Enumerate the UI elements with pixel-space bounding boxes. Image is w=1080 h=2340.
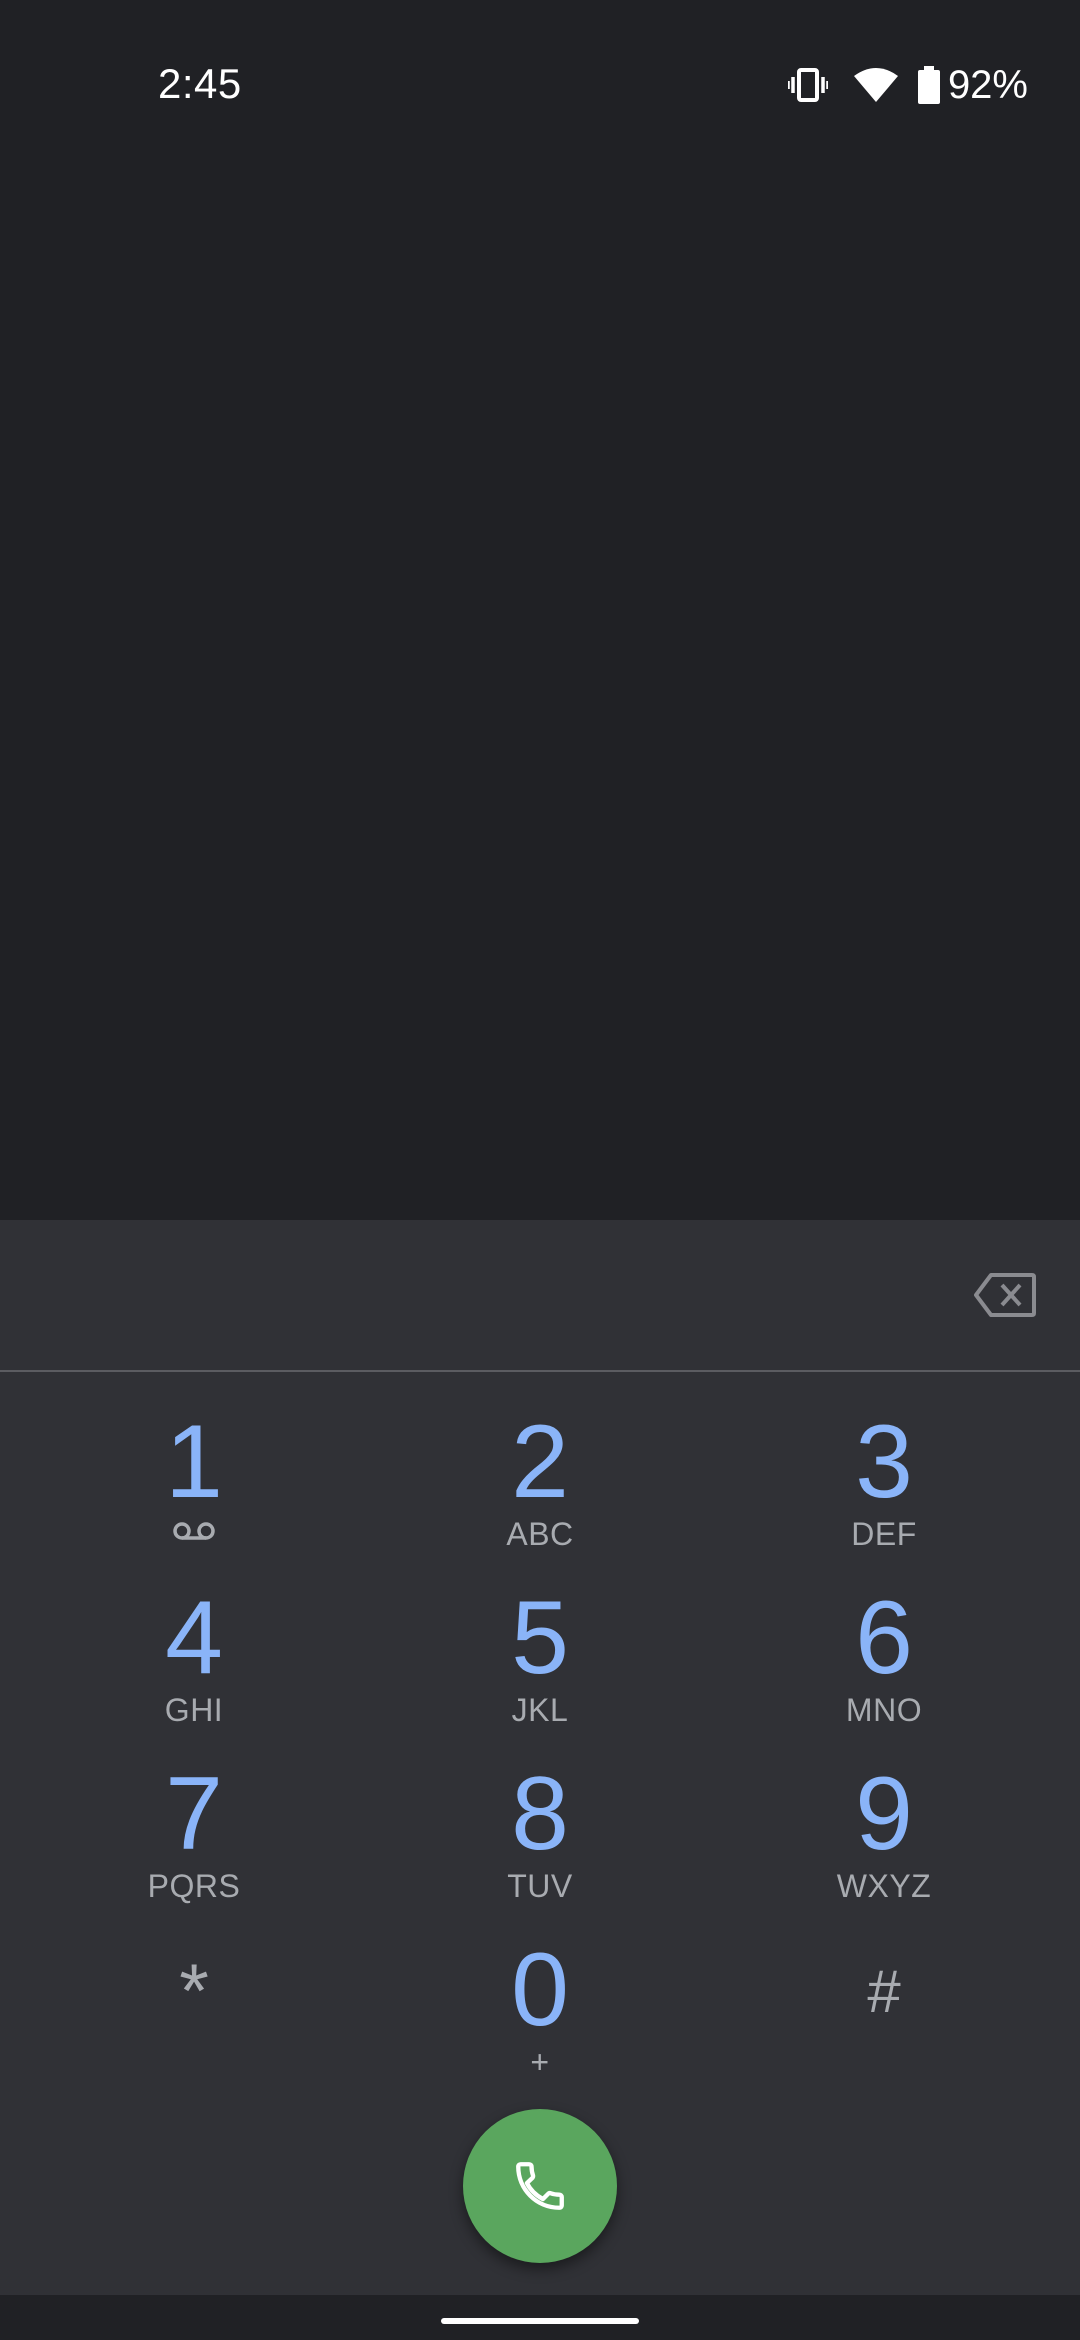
key-letters: TUV (507, 1868, 573, 1904)
backspace-button[interactable] (968, 1270, 1042, 1324)
key-letters: DEF (851, 1516, 917, 1552)
battery-icon (917, 66, 940, 104)
battery-percent: 92% (947, 63, 1028, 107)
dial-key-5[interactable]: 5 JKL (420, 1586, 660, 1746)
key-digit: 8 (511, 1756, 569, 1872)
dial-key-star[interactable]: * (74, 1940, 314, 2100)
key-letters: WXYZ (836, 1868, 932, 1904)
key-digit: 2 (511, 1404, 569, 1520)
key-digit: # (867, 1958, 901, 2025)
key-digit: * (179, 1949, 209, 2034)
dial-key-2[interactable]: 2 ABC (420, 1410, 660, 1570)
status-bar: 2:45 92% (0, 0, 1080, 170)
voicemail-icon (74, 1514, 314, 1554)
key-digit: 1 (165, 1404, 223, 1520)
digits-row (0, 1220, 1080, 1372)
dial-key-6[interactable]: 6 MNO (764, 1586, 1004, 1746)
dial-key-1[interactable]: 1 (74, 1410, 314, 1570)
key-digit: 6 (855, 1580, 913, 1696)
dialed-digits-field[interactable] (60, 1250, 920, 1340)
backspace-icon (973, 1272, 1037, 1323)
dial-key-4[interactable]: 4 GHI (74, 1586, 314, 1746)
key-letters: PQRS (147, 1868, 241, 1904)
dial-key-hash[interactable]: # (764, 1940, 1004, 2100)
key-letters: + (530, 2044, 550, 2080)
key-digit: 5 (511, 1580, 569, 1696)
dial-key-8[interactable]: 8 TUV (420, 1762, 660, 1922)
key-digit: 9 (855, 1756, 913, 1872)
key-letters: ABC (506, 1516, 574, 1552)
dial-key-3[interactable]: 3 DEF (764, 1410, 1004, 1570)
status-icons: 92% (787, 60, 1028, 110)
key-letters: MNO (845, 1692, 923, 1728)
dial-key-9[interactable]: 9 WXYZ (764, 1762, 1004, 1922)
phone-icon (511, 2157, 569, 2215)
home-gesture-handle[interactable] (441, 2318, 639, 2324)
key-digit: 7 (165, 1756, 223, 1872)
wifi-icon (853, 68, 898, 102)
key-digit: 4 (165, 1580, 223, 1696)
call-button[interactable] (463, 2109, 617, 2263)
key-digit: 3 (855, 1404, 913, 1520)
key-letters: GHI (164, 1692, 224, 1728)
key-digit: 0 (511, 1932, 569, 2048)
vibrate-icon (787, 68, 828, 102)
status-time: 2:45 (158, 60, 242, 107)
dial-key-7[interactable]: 7 PQRS (74, 1762, 314, 1922)
dial-key-0[interactable]: 0 + (420, 1938, 660, 2098)
key-letters: JKL (511, 1692, 569, 1728)
